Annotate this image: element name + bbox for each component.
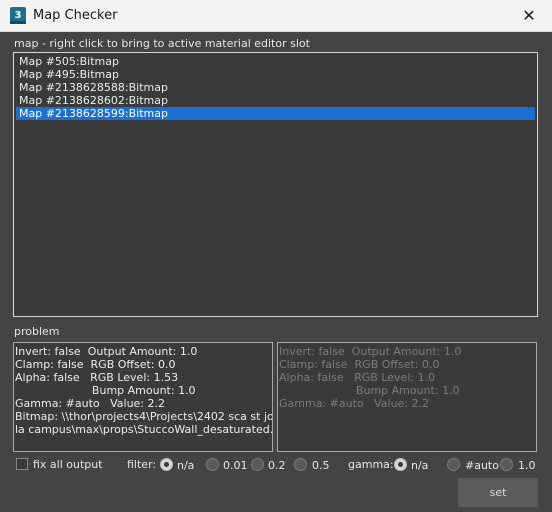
problem-target-line: Clamp: false RGB Offset: 0.0	[279, 358, 440, 371]
problem-target-line: Alpha: false RGB Level: 1.0	[279, 371, 436, 384]
map-list-item-0[interactable]: Map #505:Bitmap	[16, 55, 535, 68]
gamma-radio-1-0[interactable]	[500, 458, 513, 471]
set-button[interactable]: set	[458, 478, 538, 507]
filter-radio-na[interactable]	[160, 458, 173, 471]
gamma-radio-auto[interactable]	[447, 458, 460, 471]
fix-all-output-checkbox[interactable]	[16, 458, 28, 470]
filter-label: filter:	[127, 458, 157, 471]
filter-radio-0-5[interactable]	[294, 458, 307, 471]
problem-current-line: Gamma: #auto Value: 2.2	[15, 397, 166, 410]
gamma-option-1-0-label: 1.0	[518, 459, 536, 472]
filter-option-na-label: n/a	[177, 459, 195, 472]
gamma-option-na-label: n/a	[411, 459, 429, 472]
problem-target-line: Gamma: #auto Value: 2.2	[279, 397, 430, 410]
fix-all-output-label: fix all output	[33, 458, 103, 471]
problem-current-line: Clamp: false RGB Offset: 0.0	[15, 358, 176, 371]
problem-current-line: Invert: false Output Amount: 1.0	[15, 345, 198, 358]
filter-radio-0-2[interactable]	[251, 458, 264, 471]
map-list[interactable]: Map #505:Bitmap Map #495:Bitmap Map #213…	[13, 52, 538, 317]
problem-current-line: Bitmap: \\thor\projects4\Projects\2402 s…	[15, 410, 273, 423]
map-list-item-3[interactable]: Map #2138628602:Bitmap	[16, 94, 535, 107]
gamma-label: gamma:	[348, 458, 394, 471]
gamma-option-auto-label: #auto	[465, 459, 499, 472]
problem-current-line: Bump Amount: 1.0	[15, 384, 196, 397]
problem-target-line: Invert: false Output Amount: 1.0	[279, 345, 462, 358]
problem-current-line: Alpha: false RGB Level: 1.53	[15, 371, 179, 384]
window-title: Map Checker	[33, 8, 118, 23]
map-list-item-4-selected[interactable]: Map #2138628599:Bitmap	[16, 107, 535, 120]
problem-current-panel: Invert: false Output Amount: 1.0 Clamp: …	[13, 342, 273, 452]
filter-radio-0-01[interactable]	[206, 458, 219, 471]
problem-current-line: la campus\max\props\StuccoWall_desaturat…	[15, 423, 273, 436]
close-button[interactable]: ✕	[506, 0, 552, 32]
map-list-label: map - right click to bring to active mat…	[14, 37, 310, 50]
3ds-max-icon: 3	[10, 7, 26, 24]
filter-option-0-2-label: 0.2	[268, 459, 286, 472]
filter-option-0-5-label: 0.5	[312, 459, 330, 472]
problem-target-line: Bump Amount: 1.0	[279, 384, 460, 397]
problem-target-panel: Invert: false Output Amount: 1.0 Clamp: …	[277, 342, 537, 452]
map-list-item-1[interactable]: Map #495:Bitmap	[16, 68, 535, 81]
map-list-item-2[interactable]: Map #2138628588:Bitmap	[16, 81, 535, 94]
gamma-radio-na[interactable]	[394, 458, 407, 471]
problem-label: problem	[14, 325, 60, 338]
filter-option-0-01-label: 0.01	[223, 459, 248, 472]
title-bar: 3 Map Checker ✕	[0, 0, 552, 32]
